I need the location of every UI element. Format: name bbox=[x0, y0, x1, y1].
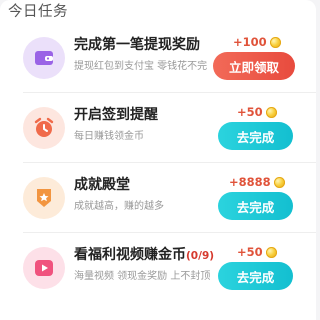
task-title-text: 看福利视频赚金币 bbox=[74, 247, 186, 263]
section-title: 今日任务 bbox=[8, 4, 68, 20]
task-title: 看福利视频赚金币(0/9) bbox=[74, 246, 214, 265]
go-complete-button[interactable]: 去完成 bbox=[218, 122, 293, 150]
task-item-welfare-video: 看福利视频赚金币(0/9) 海量视频 领现金奖励 上不封顶 +50 去完成 bbox=[0, 233, 316, 303]
task-title: 完成第一笔提现奖励 bbox=[74, 37, 200, 53]
reward-text: +8888 bbox=[229, 175, 271, 189]
task-title: 开启签到提醒 bbox=[74, 107, 158, 123]
alarm-clock-icon bbox=[34, 117, 54, 137]
task-icon-circle bbox=[23, 177, 65, 219]
reward-amount: +50 bbox=[237, 104, 277, 120]
reward-amount: +100 bbox=[233, 34, 281, 50]
task-description: 成就越高，赚的越多 bbox=[74, 201, 164, 212]
claim-now-button[interactable]: 立即领取 bbox=[213, 52, 295, 80]
coin-icon bbox=[265, 246, 277, 258]
go-complete-button[interactable]: 去完成 bbox=[218, 192, 293, 220]
task-description: 每日赚钱领金币 bbox=[74, 131, 144, 142]
task-item-first-withdrawal: 完成第一笔提现奖励 提现红包到支付宝 零钱花不完 +100 立即领取 bbox=[0, 23, 316, 93]
task-description: 海量视频 领现金奖励 上不封顶 bbox=[74, 271, 210, 282]
wallet-icon bbox=[35, 51, 53, 65]
task-icon-circle bbox=[23, 107, 65, 149]
coin-icon bbox=[265, 106, 277, 118]
coin-icon bbox=[273, 176, 285, 188]
reward-text: +50 bbox=[237, 245, 263, 259]
task-item-achievement-hall: 成就殿堂 成就越高，赚的越多 +8888 去完成 bbox=[0, 163, 316, 233]
badge-icon bbox=[37, 189, 51, 207]
task-icon-circle bbox=[23, 37, 65, 79]
reward-text: +50 bbox=[237, 105, 263, 119]
task-item-checkin-reminder: 开启签到提醒 每日赚钱领金币 +50 去完成 bbox=[0, 93, 316, 163]
coin-icon bbox=[269, 36, 281, 48]
task-icon-circle bbox=[23, 247, 65, 289]
reward-amount: +8888 bbox=[229, 174, 285, 190]
task-description: 提现红包到支付宝 零钱花不完 bbox=[74, 61, 208, 72]
reward-amount: +50 bbox=[237, 244, 277, 260]
today-tasks-card: 今日任务 完成第一笔提现奖励 提现红包到支付宝 零钱花不完 +100 立即领取 bbox=[0, 0, 316, 320]
go-complete-button[interactable]: 去完成 bbox=[218, 262, 293, 290]
play-icon bbox=[35, 260, 53, 276]
reward-text: +100 bbox=[233, 35, 267, 49]
task-title: 成就殿堂 bbox=[74, 177, 130, 193]
task-progress: (0/9) bbox=[186, 250, 215, 262]
